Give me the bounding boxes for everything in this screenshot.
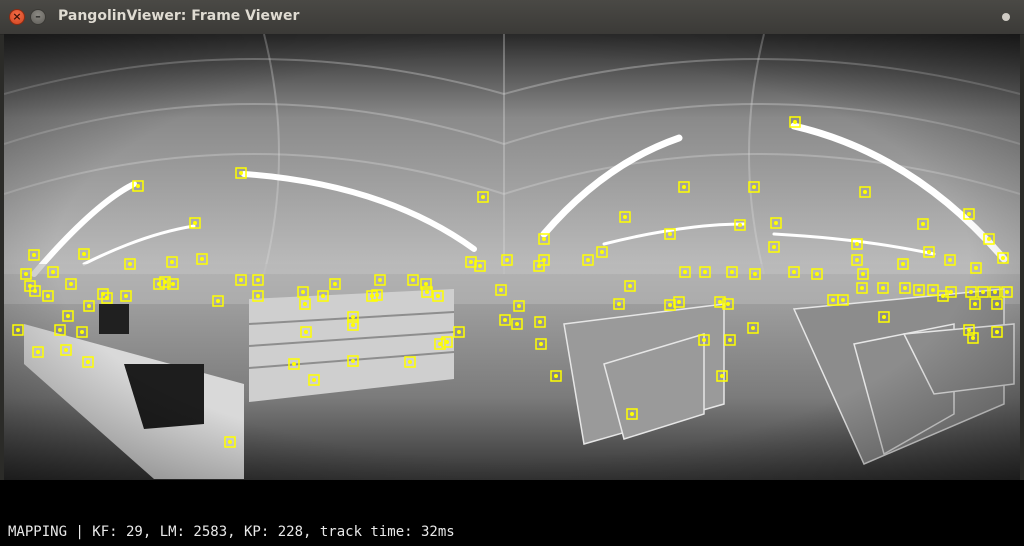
window-title: PangolinViewer: Frame Viewer (58, 8, 300, 24)
panorama-scene (4, 34, 1020, 480)
minimize-icon: – (35, 10, 41, 23)
window-menu-icon[interactable] (1002, 13, 1010, 21)
title-bar: × – PangolinViewer: Frame Viewer (0, 0, 1024, 35)
tracking-status-text: MAPPING | KF: 29, LM: 2583, KP: 228, tra… (8, 524, 455, 540)
frame-viewer-image (4, 34, 1020, 480)
minimize-button[interactable]: – (30, 9, 46, 25)
close-icon: × (12, 10, 22, 23)
close-button[interactable]: × (9, 9, 25, 25)
